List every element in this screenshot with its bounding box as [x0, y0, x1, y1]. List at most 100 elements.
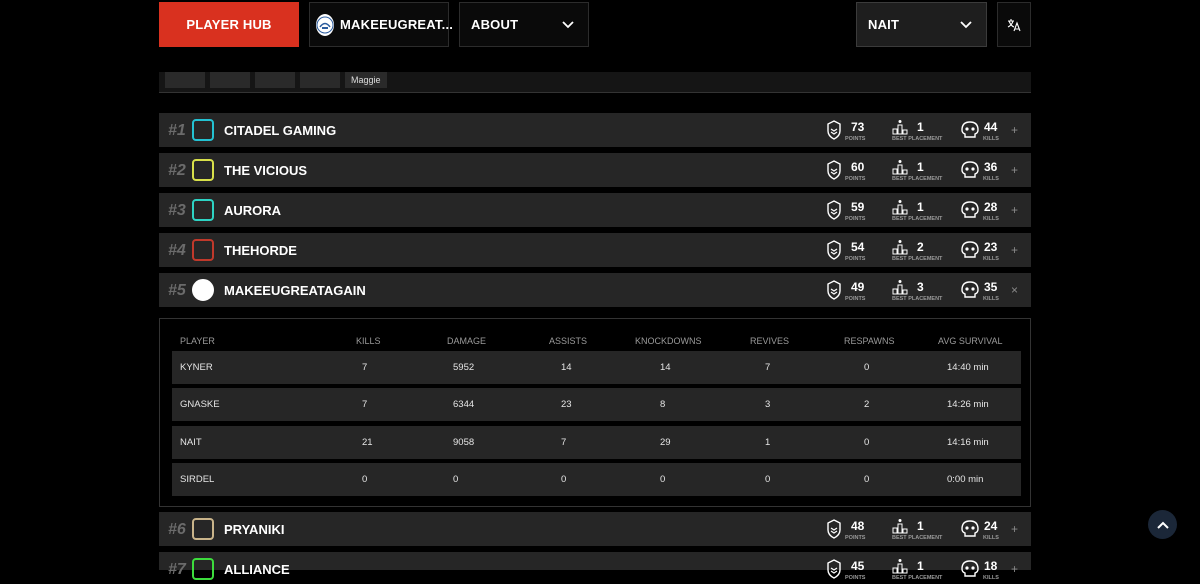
points-value: 45	[851, 559, 865, 573]
best-value: 1	[917, 559, 924, 573]
points-value: 73	[851, 120, 865, 134]
strip-cell	[300, 72, 340, 88]
player-cell: 0	[765, 474, 771, 485]
translate-icon	[1007, 18, 1021, 31]
team-row[interactable]: #1 CITADEL GAMING 73 POINTS 1 BEST PLACEMENT 4…	[159, 113, 1031, 147]
team-name: MAKEEUGREATAGAIN	[224, 283, 366, 298]
points-value: 60	[851, 160, 865, 174]
player-cell: 0	[864, 437, 870, 448]
about-dropdown[interactable]: ABOUT	[459, 2, 589, 47]
expand-toggle-icon[interactable]: +	[1011, 522, 1018, 536]
best-label: BEST PLACEMENT	[892, 136, 943, 142]
team-logo-icon	[192, 119, 214, 141]
team-name: THEHORDE	[224, 243, 297, 258]
team-points: 59 POINTS	[827, 197, 877, 223]
strip-cell	[255, 72, 295, 88]
best-value: 1	[917, 160, 924, 174]
points-label: POINTS	[845, 575, 866, 581]
points-value: 48	[851, 519, 865, 533]
kills-label: KILLS	[983, 575, 999, 581]
team-rank: #4	[168, 242, 186, 259]
team-best-placement: 3 BEST PLACEMENT	[891, 277, 951, 303]
player-cell: 14:26 min	[947, 399, 989, 410]
points-icon	[827, 160, 841, 185]
team-kills: 35 KILLS	[961, 277, 1003, 303]
expand-toggle-icon[interactable]: ×	[1011, 283, 1018, 297]
team-logo-icon	[192, 199, 214, 221]
expand-toggle-icon[interactable]: +	[1011, 562, 1018, 576]
team-kills: 36 KILLS	[961, 157, 1003, 183]
team-row[interactable]: #3 AURORA 59 POINTS 1 BEST PLACEMENT 28 KILLS +	[159, 193, 1031, 227]
player-cell: 29	[660, 437, 671, 448]
scroll-top-button[interactable]	[1148, 510, 1177, 539]
team-row[interactable]: #4 THEHORDE 54 POINTS 2 BEST PLACEMENT 23 KILLS…	[159, 233, 1031, 267]
player-cell: 0:00 min	[947, 474, 984, 485]
user-label: NAIT	[868, 17, 900, 32]
team-selector-label: MAKEEUGREAT...	[340, 17, 454, 32]
team-logo-icon	[192, 279, 214, 301]
points-icon	[827, 519, 841, 544]
team-row[interactable]: #5 MAKEEUGREATAGAIN 49 POINTS 3 BEST PLACEMEN…	[159, 273, 1031, 307]
detail-header: KILLS	[356, 336, 381, 346]
kills-label: KILLS	[983, 136, 999, 142]
about-label: ABOUT	[471, 17, 519, 32]
points-value: 49	[851, 280, 865, 294]
team-logo-icon	[192, 159, 214, 181]
team-points: 45 POINTS	[827, 556, 877, 582]
strip-cell	[165, 72, 205, 88]
team-logo-icon	[192, 518, 214, 540]
player-hub-label: PLAYER HUB	[186, 17, 272, 32]
player-cell: 9058	[453, 437, 475, 448]
team-name: THE VICIOUS	[224, 163, 308, 178]
points-label: POINTS	[845, 256, 866, 262]
best-value: 1	[917, 200, 924, 214]
player-row: KYNER 7 5952 14 14 7 0 14:40 min	[172, 351, 1021, 384]
best-value: 3	[917, 280, 924, 294]
player-hub-button[interactable]: PLAYER HUB	[159, 2, 299, 47]
expand-toggle-icon[interactable]: +	[1011, 203, 1018, 217]
team-points: 54 POINTS	[827, 237, 877, 263]
expand-toggle-icon[interactable]: +	[1011, 243, 1018, 257]
points-icon	[827, 240, 841, 265]
best-value: 1	[917, 120, 924, 134]
player-cell: 7	[561, 437, 567, 448]
language-button[interactable]	[997, 2, 1031, 47]
kills-label: KILLS	[983, 216, 999, 222]
team-row[interactable]: #7 ALLIANCE 45 POINTS 1 BEST PLACEMENT 18 KILLS…	[159, 552, 1031, 581]
detail-header: ASSISTS	[549, 336, 588, 346]
kills-value: 18	[984, 559, 998, 573]
player-cell: 0	[453, 474, 459, 485]
team-name: CITADEL GAMING	[224, 123, 337, 138]
player-cell: 21	[362, 437, 373, 448]
team-row[interactable]: #2 THE VICIOUS 60 POINTS 1 BEST PLACEMENT 36 KI…	[159, 153, 1031, 187]
kills-label: KILLS	[983, 256, 999, 262]
player-row: SIRDEL 0 0 0 0 0 0 0:00 min	[172, 463, 1021, 496]
kills-value: 24	[984, 519, 998, 533]
player-row: NAIT 21 9058 7 29 1 0 14:16 min	[172, 426, 1021, 459]
team-logo-icon	[316, 13, 334, 36]
skull-icon	[961, 241, 979, 264]
team-rank: #6	[168, 521, 186, 538]
team-detail-panel: PLAYER KILLS DAMAGE ASSISTS KNOCKDOWNS REVIVE…	[159, 318, 1031, 507]
kills-value: 28	[984, 200, 998, 214]
player-cell: 7	[362, 399, 368, 410]
detail-header: DAMAGE	[447, 336, 487, 346]
team-selector[interactable]: MAKEEUGREAT...	[309, 2, 453, 47]
points-label: POINTS	[845, 176, 866, 182]
player-cell: 14:40 min	[947, 362, 989, 373]
team-best-placement: 1 BEST PLACEMENT	[891, 157, 951, 183]
best-value: 2	[917, 240, 924, 254]
expand-toggle-icon[interactable]: +	[1011, 163, 1018, 177]
team-row[interactable]: #6 PRYANIKI 48 POINTS 1 BEST PLACEMENT 24 KILLS…	[159, 512, 1031, 546]
team-best-placement: 1 BEST PLACEMENT	[891, 556, 951, 582]
points-icon	[827, 280, 841, 305]
team-rank: #7	[168, 561, 186, 578]
detail-header: RESPAWNS	[844, 336, 895, 346]
best-value: 1	[917, 519, 924, 533]
kills-label: KILLS	[983, 296, 999, 302]
team-best-placement: 1 BEST PLACEMENT	[891, 117, 951, 143]
player-cell: 8	[660, 399, 666, 410]
team-kills: 24 KILLS	[961, 516, 1003, 542]
expand-toggle-icon[interactable]: +	[1011, 123, 1018, 137]
user-dropdown[interactable]: NAIT	[856, 2, 987, 47]
